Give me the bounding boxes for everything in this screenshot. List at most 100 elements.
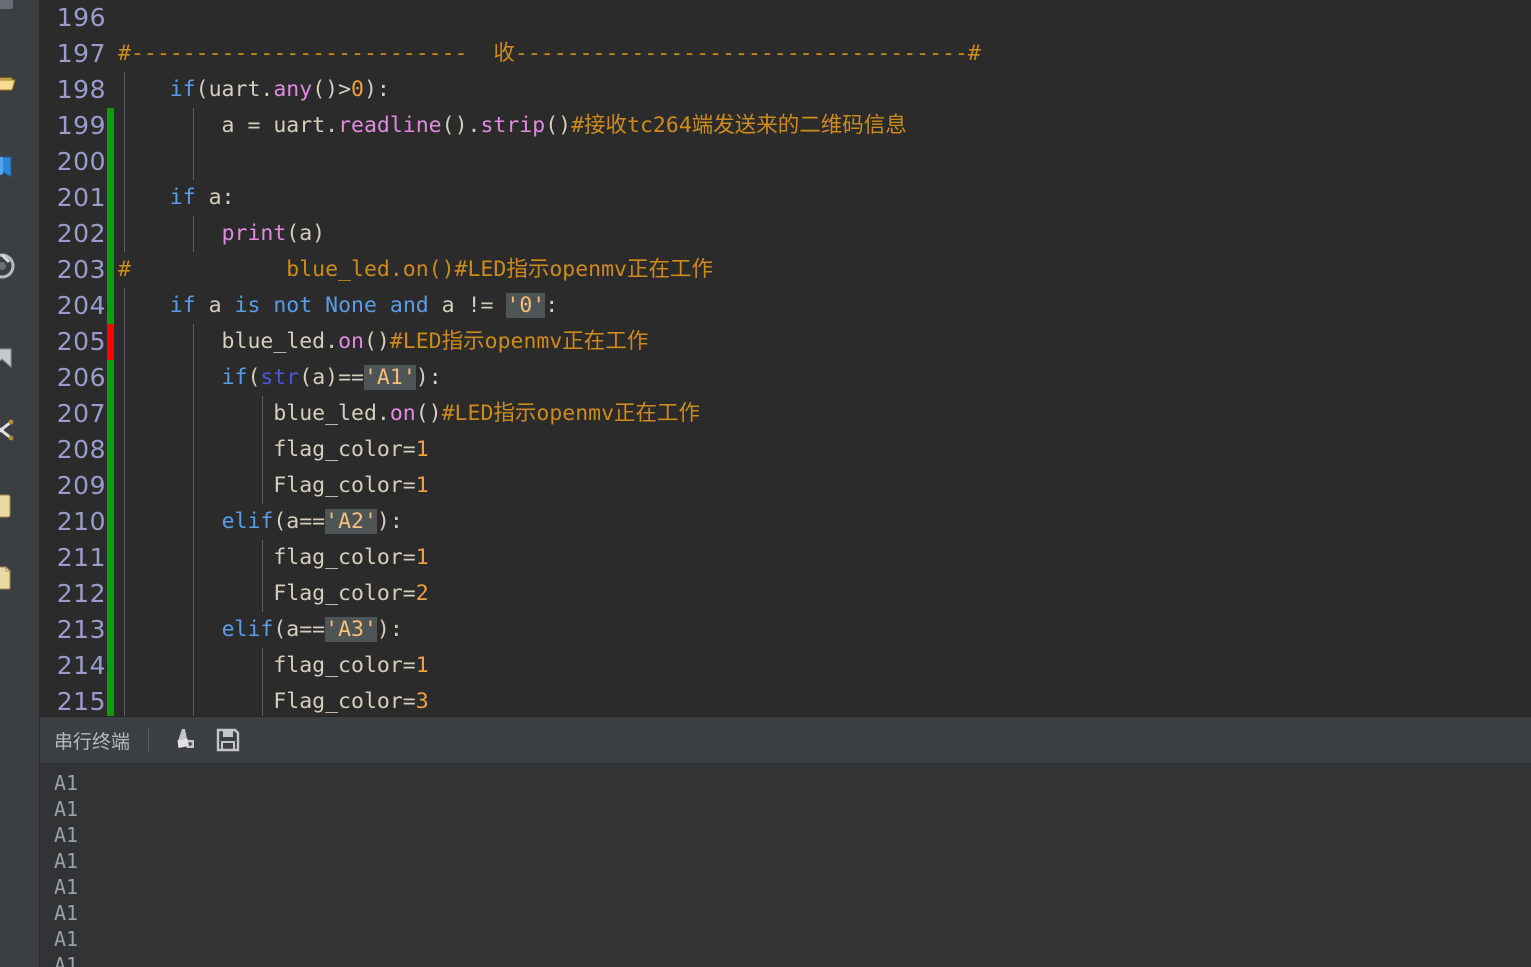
- indent-guide: [193, 144, 195, 180]
- code-line-text: if(str(a)=='A1'):: [118, 360, 442, 396]
- serial-terminal-output[interactable]: A1 A1 A1 A1 A1 A1 A1 A1: [40, 764, 1531, 967]
- change-marker: [107, 108, 114, 144]
- terminal-output-line: A1: [54, 771, 79, 795]
- line-number: 212: [56, 579, 106, 608]
- code-token: if: [169, 293, 196, 318]
- code-token: str: [260, 365, 300, 390]
- line-number: 200: [56, 147, 106, 176]
- change-marker: [107, 360, 114, 396]
- tool-strip-top-clip: [0, 0, 18, 24]
- code-token: if: [169, 77, 196, 102]
- code-token: (): [545, 113, 572, 138]
- yellow-page-icon[interactable]: [0, 562, 18, 594]
- code-token: None: [325, 293, 377, 318]
- code-editor-viewport[interactable]: 196 197 #-------------------------- 收-----…: [40, 0, 1531, 716]
- code-line-text: if a is not None and a != '0':: [118, 288, 558, 324]
- code-token: ().: [441, 113, 481, 138]
- code-token: flag_color=: [118, 545, 416, 570]
- code-token: 1: [415, 653, 429, 678]
- code-line[interactable]: 206 if(str(a)=='A1'):: [40, 360, 1531, 396]
- code-token: #-------------------------- 收-----------…: [118, 41, 981, 66]
- code-token: ):: [415, 365, 442, 390]
- code-token: (a==: [273, 509, 326, 534]
- code-line[interactable]: 215 Flag_color=3: [40, 684, 1531, 716]
- code-line[interactable]: 212 Flag_color=2: [40, 576, 1531, 612]
- broom-icon: [177, 729, 195, 748]
- code-line[interactable]: 202 print(a): [40, 216, 1531, 252]
- code-line[interactable]: 203 # blue_led.on()#LED指示openmv正在工作: [40, 252, 1531, 288]
- code-line[interactable]: 208 flag_color=1: [40, 432, 1531, 468]
- code-line[interactable]: 199 a = uart.readline().strip()#接收tc264端…: [40, 108, 1531, 144]
- code-line[interactable]: 200: [40, 144, 1531, 180]
- code-token: #LED指示openmv正在工作: [389, 329, 649, 354]
- code-line-text: a = uart.readline().strip()#接收tc264端发送来的…: [118, 108, 907, 144]
- code-line[interactable]: 211 flag_color=1: [40, 540, 1531, 576]
- gray-disc-icon[interactable]: [0, 250, 18, 282]
- line-number: 209: [56, 471, 106, 500]
- code-token: readline: [338, 113, 442, 138]
- change-marker: [107, 180, 114, 216]
- code-line[interactable]: 210 elif(a=='A2'):: [40, 504, 1531, 540]
- code-line[interactable]: 207 blue_led.on()#LED指示openmv正在工作: [40, 396, 1531, 432]
- save-terminal-button[interactable]: [209, 723, 247, 757]
- code-line-text: elif(a=='A3'):: [118, 612, 403, 648]
- code-line-text: flag_color=1: [118, 540, 428, 576]
- yellow-note-icon[interactable]: [0, 490, 18, 522]
- code-token: (uart.: [195, 77, 274, 102]
- code-line[interactable]: 214 flag_color=1: [40, 648, 1531, 684]
- line-number: 213: [56, 615, 106, 644]
- code-line-text: flag_color=1: [118, 432, 428, 468]
- blue-book-icon[interactable]: [0, 152, 18, 184]
- code-token: (a): [286, 221, 326, 246]
- code-token: if: [169, 185, 196, 210]
- scissors-icon[interactable]: [0, 414, 18, 446]
- code-token: and: [389, 293, 429, 318]
- terminal-output-line: A1: [54, 823, 79, 847]
- code-line[interactable]: 209 Flag_color=1: [40, 468, 1531, 504]
- line-number: 205: [56, 327, 106, 356]
- code-token: Flag_color=: [118, 473, 416, 498]
- code-token: a:: [195, 185, 235, 210]
- open-folder-icon[interactable]: [0, 66, 18, 98]
- code-line[interactable]: 198 if(uart.any()>0):: [40, 72, 1531, 108]
- code-token: :: [545, 293, 559, 318]
- change-marker: [107, 648, 114, 684]
- left-toolbar: [0, 0, 40, 967]
- code-line[interactable]: 197 #-------------------------- 收--------…: [40, 36, 1531, 72]
- code-editor[interactable]: 196 197 #-------------------------- 收-----…: [40, 0, 1531, 716]
- code-token: 2: [415, 581, 429, 606]
- code-token: strip: [480, 113, 546, 138]
- serial-terminal-title: 串行终端: [54, 730, 131, 753]
- change-marker: [107, 288, 114, 324]
- code-line[interactable]: 213 elif(a=='A3'):: [40, 612, 1531, 648]
- code-token: a = uart.: [118, 113, 339, 138]
- line-number: 199: [56, 111, 106, 140]
- code-token: (): [363, 329, 390, 354]
- code-line-text: blue_led.on()#LED指示openmv正在工作: [118, 324, 649, 360]
- code-line[interactable]: 196: [40, 0, 1531, 36]
- code-line[interactable]: 201 if a:: [40, 180, 1531, 216]
- code-line[interactable]: 204 if a is not None and a != '0':: [40, 288, 1531, 324]
- floppy-save-icon: [216, 728, 240, 752]
- code-line[interactable]: 205 blue_led.on()#LED指示openmv正在工作: [40, 324, 1531, 360]
- code-token: blue_led.: [118, 329, 339, 354]
- line-number: 197: [56, 39, 106, 68]
- terminal-output-line: A1: [54, 849, 79, 873]
- line-number: 214: [56, 651, 106, 680]
- code-token: (: [247, 365, 261, 390]
- code-line-text: flag_color=1: [118, 648, 429, 684]
- terminal-output-line: A1: [54, 797, 79, 821]
- silver-ribbon-icon[interactable]: [0, 342, 18, 374]
- line-number: 208: [56, 435, 106, 464]
- code-line-text: if(uart.any()>0):: [118, 72, 390, 108]
- line-number: 211: [56, 543, 106, 572]
- clear-terminal-button[interactable]: [165, 723, 203, 757]
